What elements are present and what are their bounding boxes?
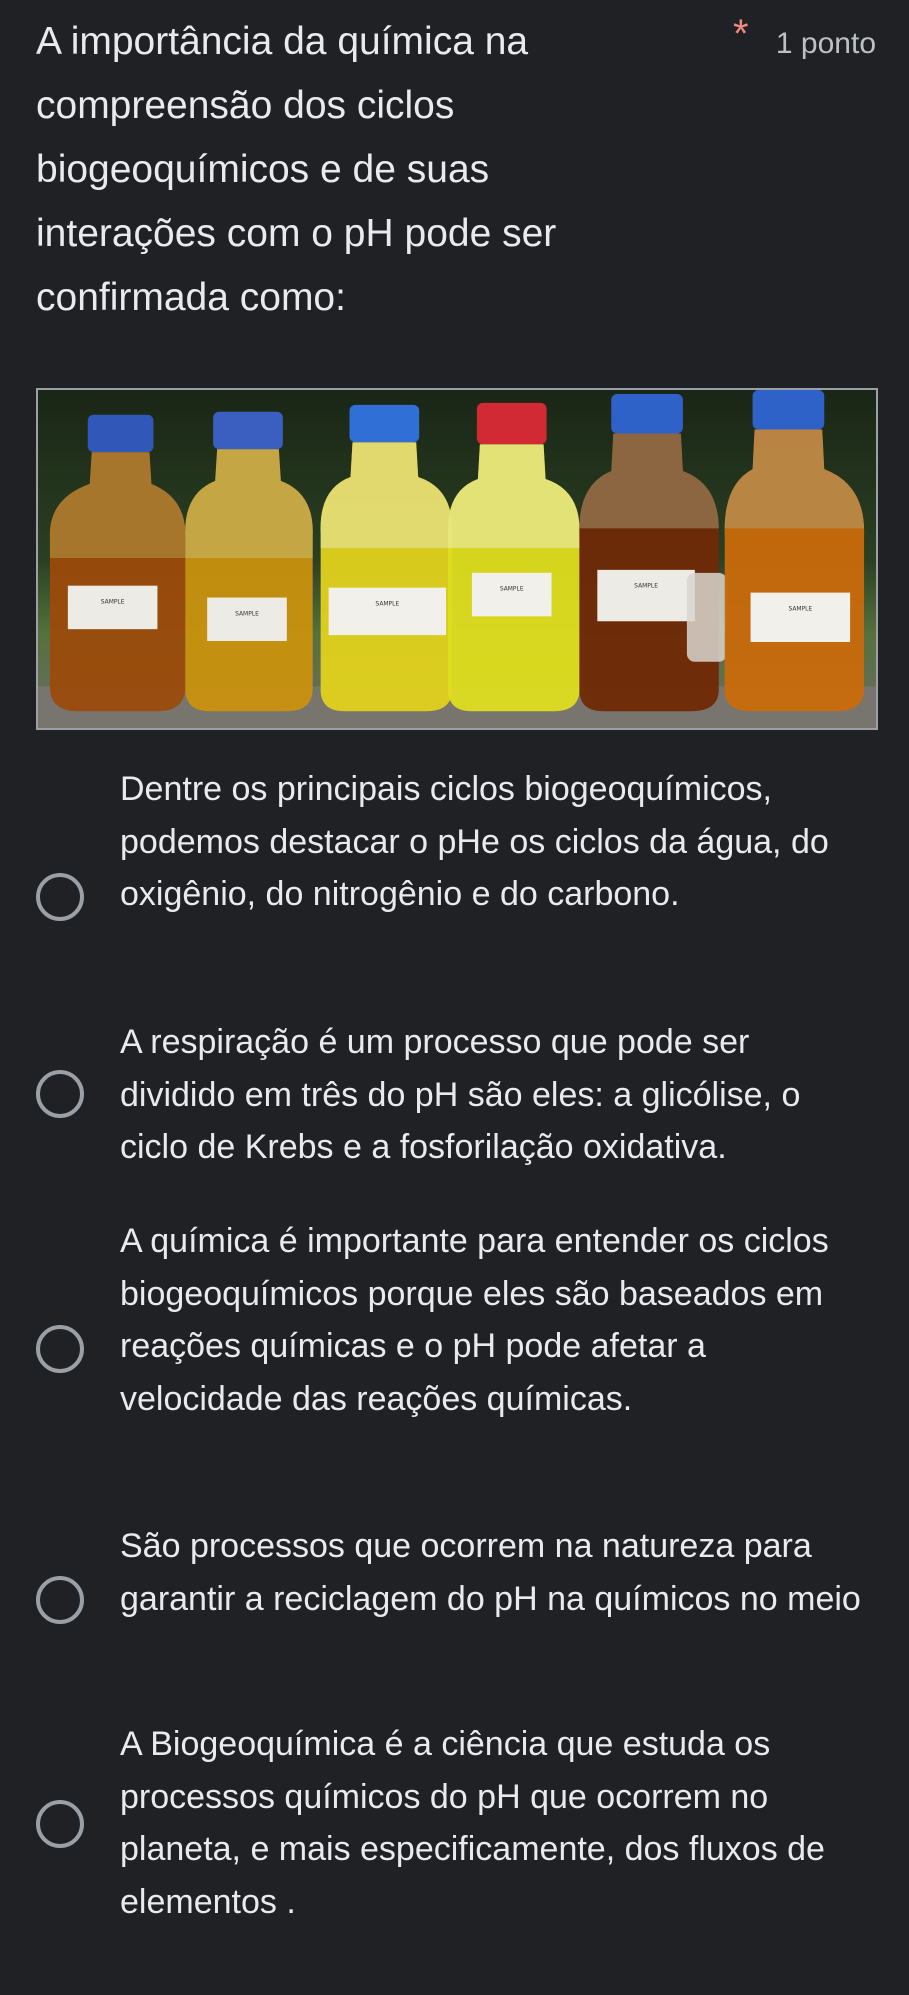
question-header: A importância da química na compreensão … <box>36 10 876 330</box>
option-4-label: São processos que ocorrem na natureza pa… <box>120 1527 861 1618</box>
points-label: 1 ponto <box>775 27 876 60</box>
radio-option-1[interactable] <box>36 873 84 921</box>
required-asterisk: * <box>733 12 749 56</box>
radio-option-5[interactable] <box>36 1800 84 1848</box>
bottle-label-1: SAMPLE <box>101 598 125 605</box>
question-title: A importância da química na compreensão … <box>36 20 557 319</box>
bottle-label-3: SAMPLE <box>375 600 399 607</box>
radio-option-3[interactable] <box>36 1325 84 1373</box>
photo-bottles-icon: SAMPLE SAMPLE SAMPLE SAMPLE SAMPLE SAMPL… <box>38 390 876 728</box>
bottle-label-5: SAMPLE <box>634 583 658 590</box>
bottle-label-6: SAMPLE <box>788 605 812 612</box>
option-5-label: A Biogeoquímica é a ciência que estuda o… <box>120 1725 825 1921</box>
option-1-label: Dentre os principais ciclos biogeoquímic… <box>120 770 829 913</box>
question-image: SAMPLE SAMPLE SAMPLE SAMPLE SAMPLE SAMPL… <box>36 388 878 730</box>
radio-option-4[interactable] <box>36 1576 84 1624</box>
bottle-label-2: SAMPLE <box>235 610 259 617</box>
option-3-label: A química é importante para entender os … <box>120 1222 829 1418</box>
radio-option-2[interactable] <box>36 1070 84 1118</box>
bottle-label-4: SAMPLE <box>500 586 524 593</box>
option-2-label: A respiração é um processo que pode ser … <box>120 1023 801 1166</box>
